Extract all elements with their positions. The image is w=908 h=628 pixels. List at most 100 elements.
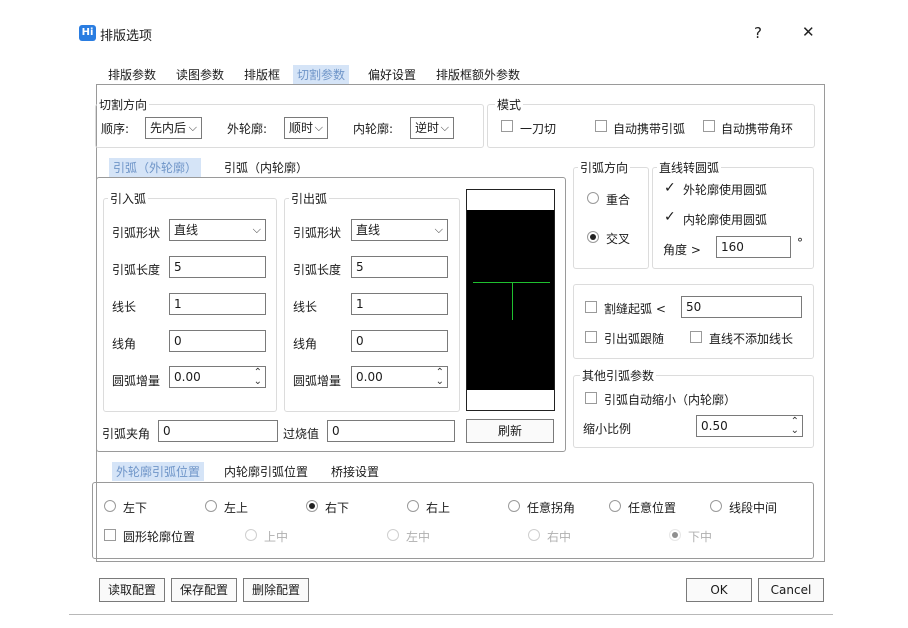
tab-cut-params[interactable]: 切割参数	[293, 65, 350, 84]
angle-input[interactable]: 160	[716, 236, 791, 258]
lead-in-length-input[interactable]: 5	[169, 256, 266, 278]
burn-input[interactable]: 0	[327, 420, 455, 442]
pos-label: 左下	[123, 501, 148, 515]
outer-select[interactable]: 顺时 ⌵	[284, 117, 328, 139]
cross-label: 交叉	[606, 232, 631, 246]
pos-radio-bottom-right[interactable]	[306, 500, 318, 512]
outer-use-label: 外轮廓使用圆弧	[683, 183, 768, 197]
pos-radio-segment-middle[interactable]	[710, 500, 722, 512]
pos-label: 右上	[426, 501, 451, 515]
round-pos-checkbox[interactable]	[104, 529, 116, 541]
tab-read-params[interactable]: 读图参数	[172, 65, 228, 84]
lead-out-length-input[interactable]: 5	[351, 256, 448, 278]
lead-in-line-angle-input[interactable]: 0	[169, 330, 266, 352]
slit-arc-label: 割缝起弧 <	[604, 302, 666, 316]
inner-use-checkbox[interactable]: ✓	[664, 210, 676, 224]
preview-canvas	[467, 210, 554, 390]
auto-ring-checkbox[interactable]	[703, 120, 715, 132]
round-radio-right-middle[interactable]	[528, 529, 540, 541]
lead-out-arc-inc-stepper[interactable]: 0.00 ⌃ ⌄	[351, 366, 448, 388]
order-select[interactable]: 先内后 ⌵	[145, 117, 202, 139]
tab-arc-inner[interactable]: 引弧（内轮廓）	[220, 158, 312, 177]
auto-shrink-checkbox[interactable]	[585, 392, 597, 404]
inner-label: 内轮廓:	[353, 122, 394, 136]
arc-direction-group	[573, 167, 649, 269]
tab-arc-outer[interactable]: 引弧（外轮廓）	[109, 158, 202, 177]
line-to-arc-title: 直线转圆弧	[657, 159, 722, 176]
lead-in-shape-select[interactable]: 直线 ⌵	[169, 219, 266, 241]
tab-frame-extra[interactable]: 排版框额外参数	[432, 65, 524, 84]
help-button[interactable]: ?	[754, 24, 762, 42]
degree-unit: °	[797, 236, 803, 250]
auto-ring-label: 自动携带角环	[721, 122, 794, 136]
round-radio-top-middle[interactable]	[245, 529, 257, 541]
close-button[interactable]: ✕	[802, 23, 815, 41]
pos-radio-bottom-left[interactable]	[104, 500, 116, 512]
chevron-down-icon: ⌵	[252, 223, 261, 236]
pos-radio-any-corner[interactable]	[508, 500, 520, 512]
pos-radio-top-right[interactable]	[407, 500, 419, 512]
save-config-button[interactable]: 保存配置	[171, 578, 237, 602]
lead-in-line-len-label: 线长	[112, 300, 137, 314]
round-radio-left-middle[interactable]	[387, 529, 399, 541]
pos-label: 线段中间	[729, 501, 778, 515]
auto-arc-checkbox[interactable]	[595, 120, 607, 132]
lead-in-arc-inc-stepper[interactable]: 0.00 ⌃ ⌄	[169, 366, 266, 388]
pos-radio-top-left[interactable]	[205, 500, 217, 512]
lead-out-length-label: 引弧长度	[293, 263, 342, 277]
pos-radio-any-position[interactable]	[609, 500, 621, 512]
lead-in-line-len-input[interactable]: 1	[169, 293, 266, 315]
outer-use-checkbox[interactable]: ✓	[664, 181, 676, 195]
preview-frame	[466, 189, 555, 411]
overlap-radio[interactable]	[587, 192, 599, 204]
chevron-down-icon: ⌵	[434, 223, 443, 236]
tab-inner-pos[interactable]: 内轮廓引弧位置	[220, 462, 312, 481]
lead-in-line-angle-label: 线角	[112, 337, 137, 351]
pos-label: 右下	[325, 501, 350, 515]
arc-angle-input[interactable]: 0	[158, 420, 278, 442]
slit-arc-input[interactable]: 50	[681, 296, 802, 318]
tab-preferences[interactable]: 偏好设置	[364, 65, 420, 84]
delete-config-button[interactable]: 删除配置	[243, 578, 309, 602]
mode-title: 模式	[495, 96, 524, 113]
tab-layout-frame[interactable]: 排版框	[240, 65, 284, 84]
one-cut-label: 一刀切	[520, 122, 557, 136]
spin-arrows-icon[interactable]: ⌃ ⌄	[791, 417, 799, 436]
lead-out-arc-inc-label: 圆弧增量	[293, 374, 342, 388]
cut-direction-title: 切割方向	[97, 96, 150, 113]
inner-select[interactable]: 逆时 ⌵	[410, 117, 454, 139]
burn-label: 过烧值	[283, 427, 320, 441]
slit-arc-checkbox[interactable]	[585, 301, 597, 313]
window-bottom-border	[69, 614, 833, 615]
read-config-button[interactable]: 读取配置	[99, 578, 165, 602]
overlap-label: 重合	[606, 193, 631, 207]
round-option-label: 下中	[688, 530, 713, 544]
tab-layout-params[interactable]: 排版参数	[104, 65, 160, 84]
lead-out-shape-select[interactable]: 直线 ⌵	[351, 219, 448, 241]
lead-out-line-angle-label: 线角	[293, 337, 318, 351]
window-title: 排版选项	[100, 29, 153, 44]
follow-checkbox[interactable]	[585, 331, 597, 343]
lead-out-line-len-input[interactable]: 1	[351, 293, 448, 315]
ratio-stepper[interactable]: 0.50 ⌃ ⌄	[696, 415, 803, 437]
ok-button[interactable]: OK	[686, 578, 752, 602]
arc-direction-title: 引弧方向	[578, 159, 631, 176]
position-panel	[92, 482, 814, 559]
one-cut-checkbox[interactable]	[501, 120, 513, 132]
tab-bridge[interactable]: 桥接设置	[327, 462, 383, 481]
cross-radio[interactable]	[587, 231, 599, 243]
lead-in-title: 引入弧	[108, 190, 149, 207]
other-arc-title: 其他引弧参数	[580, 367, 657, 384]
round-radio-bottom-middle[interactable]	[669, 529, 681, 541]
round-option-label: 左中	[406, 530, 431, 544]
spin-arrows-icon[interactable]: ⌃ ⌄	[254, 368, 262, 387]
cancel-button[interactable]: Cancel	[758, 578, 824, 602]
follow-label: 引出弧跟随	[604, 332, 665, 346]
lead-out-line-angle-input[interactable]: 0	[351, 330, 448, 352]
refresh-button[interactable]: 刷新	[466, 419, 554, 443]
chevron-down-icon: ⌵	[440, 121, 449, 134]
no-line-checkbox[interactable]	[690, 331, 702, 343]
spin-arrows-icon[interactable]: ⌃ ⌄	[436, 368, 444, 387]
chevron-down-icon: ⌵	[188, 121, 197, 134]
tab-outer-pos[interactable]: 外轮廓引弧位置	[112, 462, 205, 481]
